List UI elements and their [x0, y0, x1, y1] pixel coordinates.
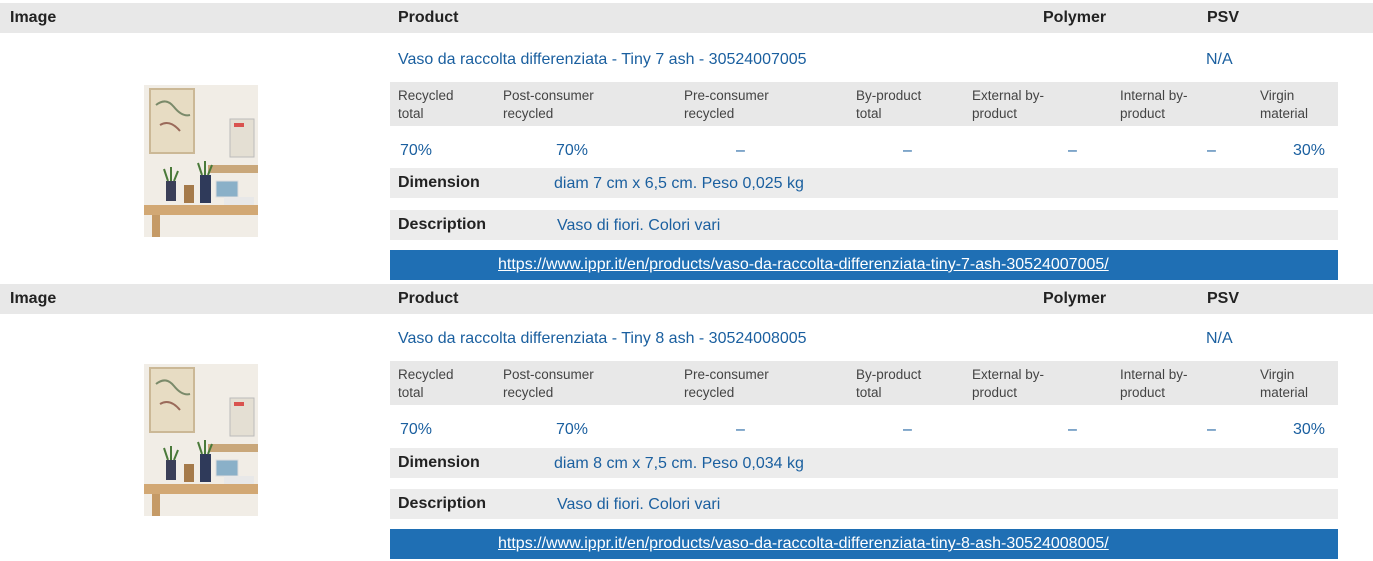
product-name-link[interactable]: Vaso da raccolta differenziata - Tiny 7 … — [398, 51, 807, 69]
composition-values: 70% 70% – – – – 30% — [390, 138, 1338, 166]
header-image: Image — [10, 290, 57, 307]
product-title-row: Vaso da raccolta differenziata - Tiny 7 … — [390, 45, 1338, 75]
product-image[interactable] — [144, 364, 258, 516]
composition-label: Virgin material — [1260, 88, 1309, 121]
composition-header: Recycled total Post-consumer recycled Pr… — [390, 361, 1338, 405]
description-label: Description — [398, 495, 487, 512]
composition-value: – — [736, 421, 745, 438]
composition-value: 30% — [1293, 421, 1326, 438]
composition-label: Recycled total — [398, 367, 454, 400]
product-block: Image Product Polymer PSV Vaso da raccol… — [0, 282, 1373, 561]
header-image: Image — [10, 9, 57, 26]
composition-label: Post-consumer recycled — [503, 88, 594, 121]
composition-header: Recycled total Post-consumer recycled Pr… — [390, 82, 1338, 126]
composition-value: – — [736, 142, 745, 159]
composition-value: 30% — [1293, 142, 1326, 159]
product-block: Image Product Polymer PSV Vaso da raccol… — [0, 0, 1373, 282]
composition-value: – — [1068, 421, 1077, 438]
vase-photo-icon — [144, 364, 258, 516]
psv-value: N/A — [1206, 51, 1233, 68]
dimension-row: Dimension diam 8 cm x 7,5 cm. Peso 0,034… — [390, 448, 1338, 480]
dimension-label: Dimension — [398, 454, 480, 471]
header-product: Product — [398, 9, 459, 26]
composition-label: Internal by-product — [1120, 88, 1188, 121]
header-psv: PSV — [1207, 290, 1240, 307]
dimension-value: diam 7 cm x 6,5 cm. Peso 0,025 kg — [554, 175, 804, 192]
description-row: Description Vaso di fiori. Colori vari — [390, 210, 1338, 242]
product-name-link[interactable]: Vaso da raccolta differenziata - Tiny 8 … — [398, 330, 807, 348]
description-row: Description Vaso di fiori. Colori vari — [390, 489, 1338, 521]
composition-value: 70% — [400, 142, 433, 159]
composition-value: 70% — [400, 421, 433, 438]
product-title-row: Vaso da raccolta differenziata - Tiny 8 … — [390, 324, 1338, 354]
composition-label: Pre-consumer recycled — [684, 367, 769, 400]
composition-value: 70% — [556, 421, 589, 438]
product-url-link[interactable]: https://www.ippr.it/en/products/vaso-da-… — [498, 535, 1109, 553]
dimension-label: Dimension — [398, 174, 480, 191]
header-product: Product — [398, 290, 459, 307]
dimension-row: Dimension diam 7 cm x 6,5 cm. Peso 0,025… — [390, 168, 1338, 200]
composition-value: 70% — [556, 142, 589, 159]
composition-label: External by-product — [972, 88, 1045, 121]
product-url-link[interactable]: https://www.ippr.it/en/products/vaso-da-… — [498, 256, 1109, 274]
product-url-row: https://www.ippr.it/en/products/vaso-da-… — [390, 250, 1338, 280]
dimension-value: diam 8 cm x 7,5 cm. Peso 0,034 kg — [554, 455, 804, 472]
composition-label: External by-product — [972, 367, 1045, 400]
table-header: Image Product Polymer PSV — [0, 3, 1373, 33]
psv-value: N/A — [1206, 330, 1233, 347]
composition-value: – — [1207, 142, 1216, 159]
composition-values: 70% 70% – – – – 30% — [390, 417, 1338, 445]
composition-label: Post-consumer recycled — [503, 367, 594, 400]
product-image[interactable] — [144, 85, 258, 237]
composition-label: By-product total — [856, 367, 922, 400]
composition-label: Recycled total — [398, 88, 454, 121]
description-label: Description — [398, 216, 487, 233]
table-header: Image Product Polymer PSV — [0, 284, 1373, 314]
composition-value: – — [903, 142, 912, 159]
composition-value: – — [1068, 142, 1077, 159]
product-url-row: https://www.ippr.it/en/products/vaso-da-… — [390, 529, 1338, 559]
header-polymer: Polymer — [1043, 9, 1107, 26]
composition-value: – — [903, 421, 912, 438]
description-value: Vaso di fiori. Colori vari — [557, 496, 721, 513]
composition-label: Pre-consumer recycled — [684, 88, 769, 121]
composition-label: Internal by-product — [1120, 367, 1188, 400]
description-value: Vaso di fiori. Colori vari — [557, 217, 721, 234]
header-psv: PSV — [1207, 9, 1240, 26]
header-polymer: Polymer — [1043, 290, 1107, 307]
composition-label: Virgin material — [1260, 367, 1309, 400]
vase-photo-icon — [144, 85, 258, 237]
composition-value: – — [1207, 421, 1216, 438]
composition-label: By-product total — [856, 88, 922, 121]
